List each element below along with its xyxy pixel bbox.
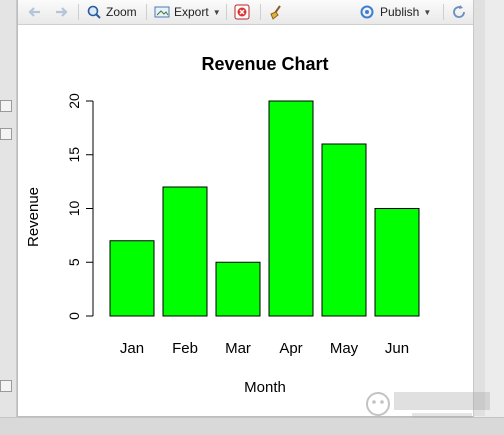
plots-toolbar: Zoom Export ▼ Publish ▼ bbox=[18, 0, 473, 25]
magnifier-icon bbox=[87, 5, 101, 19]
publish-label: Publish bbox=[380, 5, 420, 19]
y-tick-label: 10 bbox=[66, 201, 82, 217]
x-tick-label: Mar bbox=[225, 340, 251, 357]
refresh-icon bbox=[453, 5, 465, 18]
left-pane-edge bbox=[0, 0, 17, 434]
bar bbox=[215, 261, 261, 317]
y-axis-label: Revenue bbox=[25, 187, 42, 247]
y-tick-label: 0 bbox=[66, 312, 82, 320]
watermark-logo bbox=[366, 392, 490, 418]
x-tick-label: Jun bbox=[385, 340, 409, 357]
chevron-down-icon: ▼ bbox=[212, 7, 221, 17]
x-tick-label: May bbox=[330, 340, 359, 357]
export-label: Export bbox=[174, 5, 209, 19]
x-tick-label: Apr bbox=[279, 340, 302, 357]
zoom-label: Zoom bbox=[106, 5, 137, 19]
x-axis-label: Month bbox=[244, 379, 286, 396]
zoom-button[interactable]: Zoom bbox=[86, 0, 137, 24]
chevron-down-icon: ▼ bbox=[423, 7, 432, 17]
remove-plot-button[interactable] bbox=[234, 0, 250, 24]
x-tick-label: Jan bbox=[120, 340, 144, 357]
y-tick-label: 15 bbox=[66, 147, 82, 163]
y-axis: 0 5 10 15 20 bbox=[66, 93, 94, 320]
back-arrow-icon bbox=[28, 7, 40, 17]
bar bbox=[374, 208, 420, 317]
x-tick-labels: Jan Feb Mar Apr May Jun bbox=[120, 340, 409, 357]
remove-plot-icon bbox=[234, 4, 250, 20]
bar bbox=[268, 100, 314, 317]
bar bbox=[321, 143, 367, 317]
refresh-button[interactable] bbox=[451, 0, 467, 24]
back-button[interactable] bbox=[26, 0, 42, 24]
clear-all-button[interactable] bbox=[268, 0, 284, 24]
pane-collapse-handle[interactable] bbox=[0, 100, 12, 112]
export-button[interactable]: Export ▼ bbox=[154, 0, 221, 24]
bars bbox=[109, 100, 420, 317]
x-tick-label: Feb bbox=[172, 340, 198, 357]
y-tick-label: 5 bbox=[66, 258, 82, 266]
broom-icon bbox=[270, 5, 281, 20]
image-export-icon bbox=[154, 6, 170, 18]
chart-title: Revenue Chart bbox=[201, 54, 328, 74]
publish-button[interactable]: Publish ▼ bbox=[358, 0, 431, 24]
pane-collapse-handle[interactable] bbox=[0, 128, 12, 140]
vertical-scrollbar[interactable] bbox=[473, 0, 485, 416]
plots-panel: Zoom Export ▼ Publish ▼ Revenue Chart Mo… bbox=[17, 0, 474, 417]
publish-icon bbox=[360, 5, 374, 19]
bar bbox=[109, 240, 155, 317]
pane-collapse-handle[interactable] bbox=[0, 380, 12, 392]
revenue-bar-chart: Revenue Chart Month Revenue 0 5 10 15 20 Jan… bbox=[25, 54, 420, 396]
y-tick-label: 20 bbox=[66, 93, 82, 109]
forward-button[interactable] bbox=[54, 0, 70, 24]
forward-arrow-icon bbox=[56, 7, 68, 17]
bar bbox=[162, 186, 208, 317]
